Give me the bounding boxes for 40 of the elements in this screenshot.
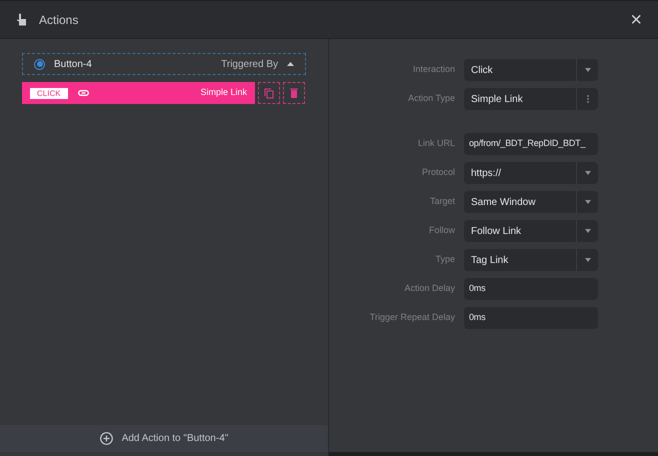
field-label: Link URL xyxy=(416,137,455,150)
text-field[interactable]: op/from/_BDT_RepDID_BDT_ xyxy=(464,133,598,155)
action-type-label: Simple Link xyxy=(200,86,247,100)
field-label: Action Delay xyxy=(403,282,455,296)
trigger-row[interactable]: Button-4 Triggered By xyxy=(22,53,306,75)
field-label: Trigger Repeat Delay xyxy=(368,311,455,324)
field-label: Target xyxy=(428,195,455,208)
text-field[interactable]: 0ms xyxy=(464,278,598,300)
window-title: Actions xyxy=(39,12,80,28)
close-button[interactable]: × xyxy=(630,10,642,30)
action-bar[interactable]: CLICK Simple Link xyxy=(22,82,255,104)
duplicate-button[interactable] xyxy=(258,82,280,104)
dropdown[interactable]: https:// xyxy=(464,162,598,184)
dropdown[interactable]: Tag Link xyxy=(464,249,598,271)
link-icon xyxy=(78,90,89,96)
caret-icon xyxy=(584,229,590,233)
field-label: Interaction xyxy=(412,63,455,76)
dropdown[interactable]: Follow Link xyxy=(464,220,598,242)
add-action-button[interactable]: Add Action to "Button-4" xyxy=(0,425,328,452)
element-name: Button-4 xyxy=(54,58,93,72)
caret-icon xyxy=(584,258,590,262)
field-label: Type xyxy=(434,253,455,266)
caret-icon xyxy=(584,200,590,204)
trash-icon xyxy=(290,88,298,98)
event-tag: CLICK xyxy=(30,88,68,98)
hand-pointer-icon xyxy=(16,12,27,26)
dropdown[interactable]: Same Window xyxy=(464,191,598,213)
field-label: Protocol xyxy=(420,166,455,180)
caret-up-icon xyxy=(287,62,294,66)
field-label: Follow xyxy=(428,224,455,238)
field-label: Action Type xyxy=(407,92,455,106)
triggered-by-label: Triggered By xyxy=(221,58,278,72)
caret-icon xyxy=(584,171,590,175)
dropdown[interactable]: Simple Link xyxy=(464,88,598,110)
caret-icon xyxy=(584,68,590,72)
copy-icon xyxy=(264,88,274,98)
text-field[interactable]: 0ms xyxy=(464,307,598,329)
dropdown[interactable]: Click xyxy=(464,59,598,81)
plus-circle-icon xyxy=(100,432,113,445)
delete-button[interactable] xyxy=(283,82,305,104)
